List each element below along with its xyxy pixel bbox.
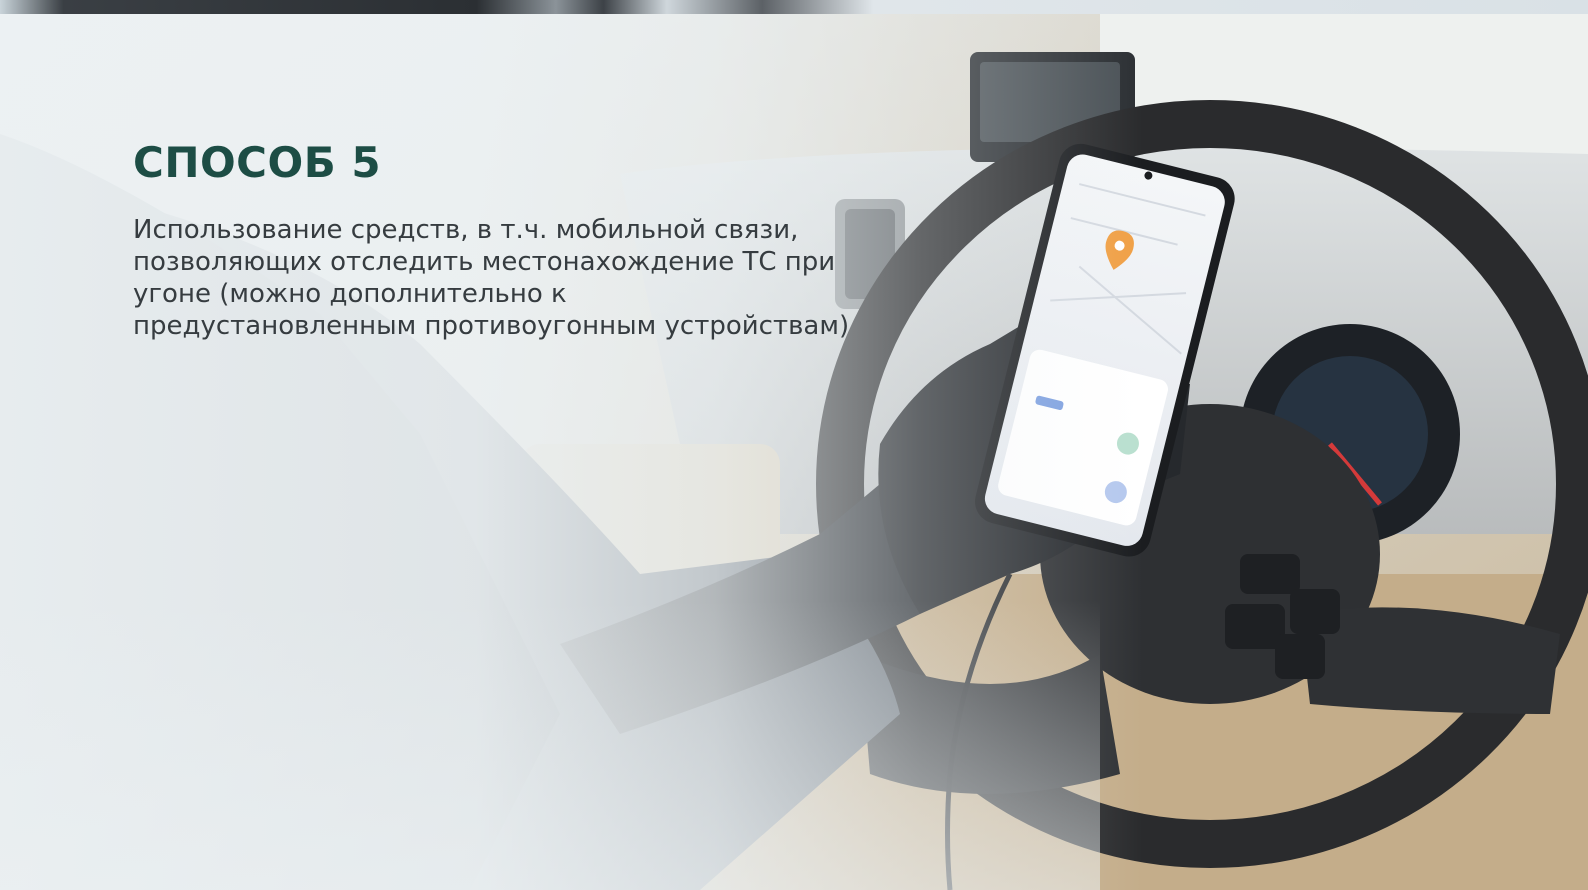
slide-description: Использование средств, в т.ч. мобильной … (133, 215, 850, 341)
bottom-light-overlay (0, 600, 1100, 890)
slide-title: СПОСОБ 5 (133, 138, 382, 187)
top-image-strip (0, 0, 1588, 14)
slide: СПОСОБ 5 Использование средств, в т.ч. м… (0, 0, 1588, 890)
